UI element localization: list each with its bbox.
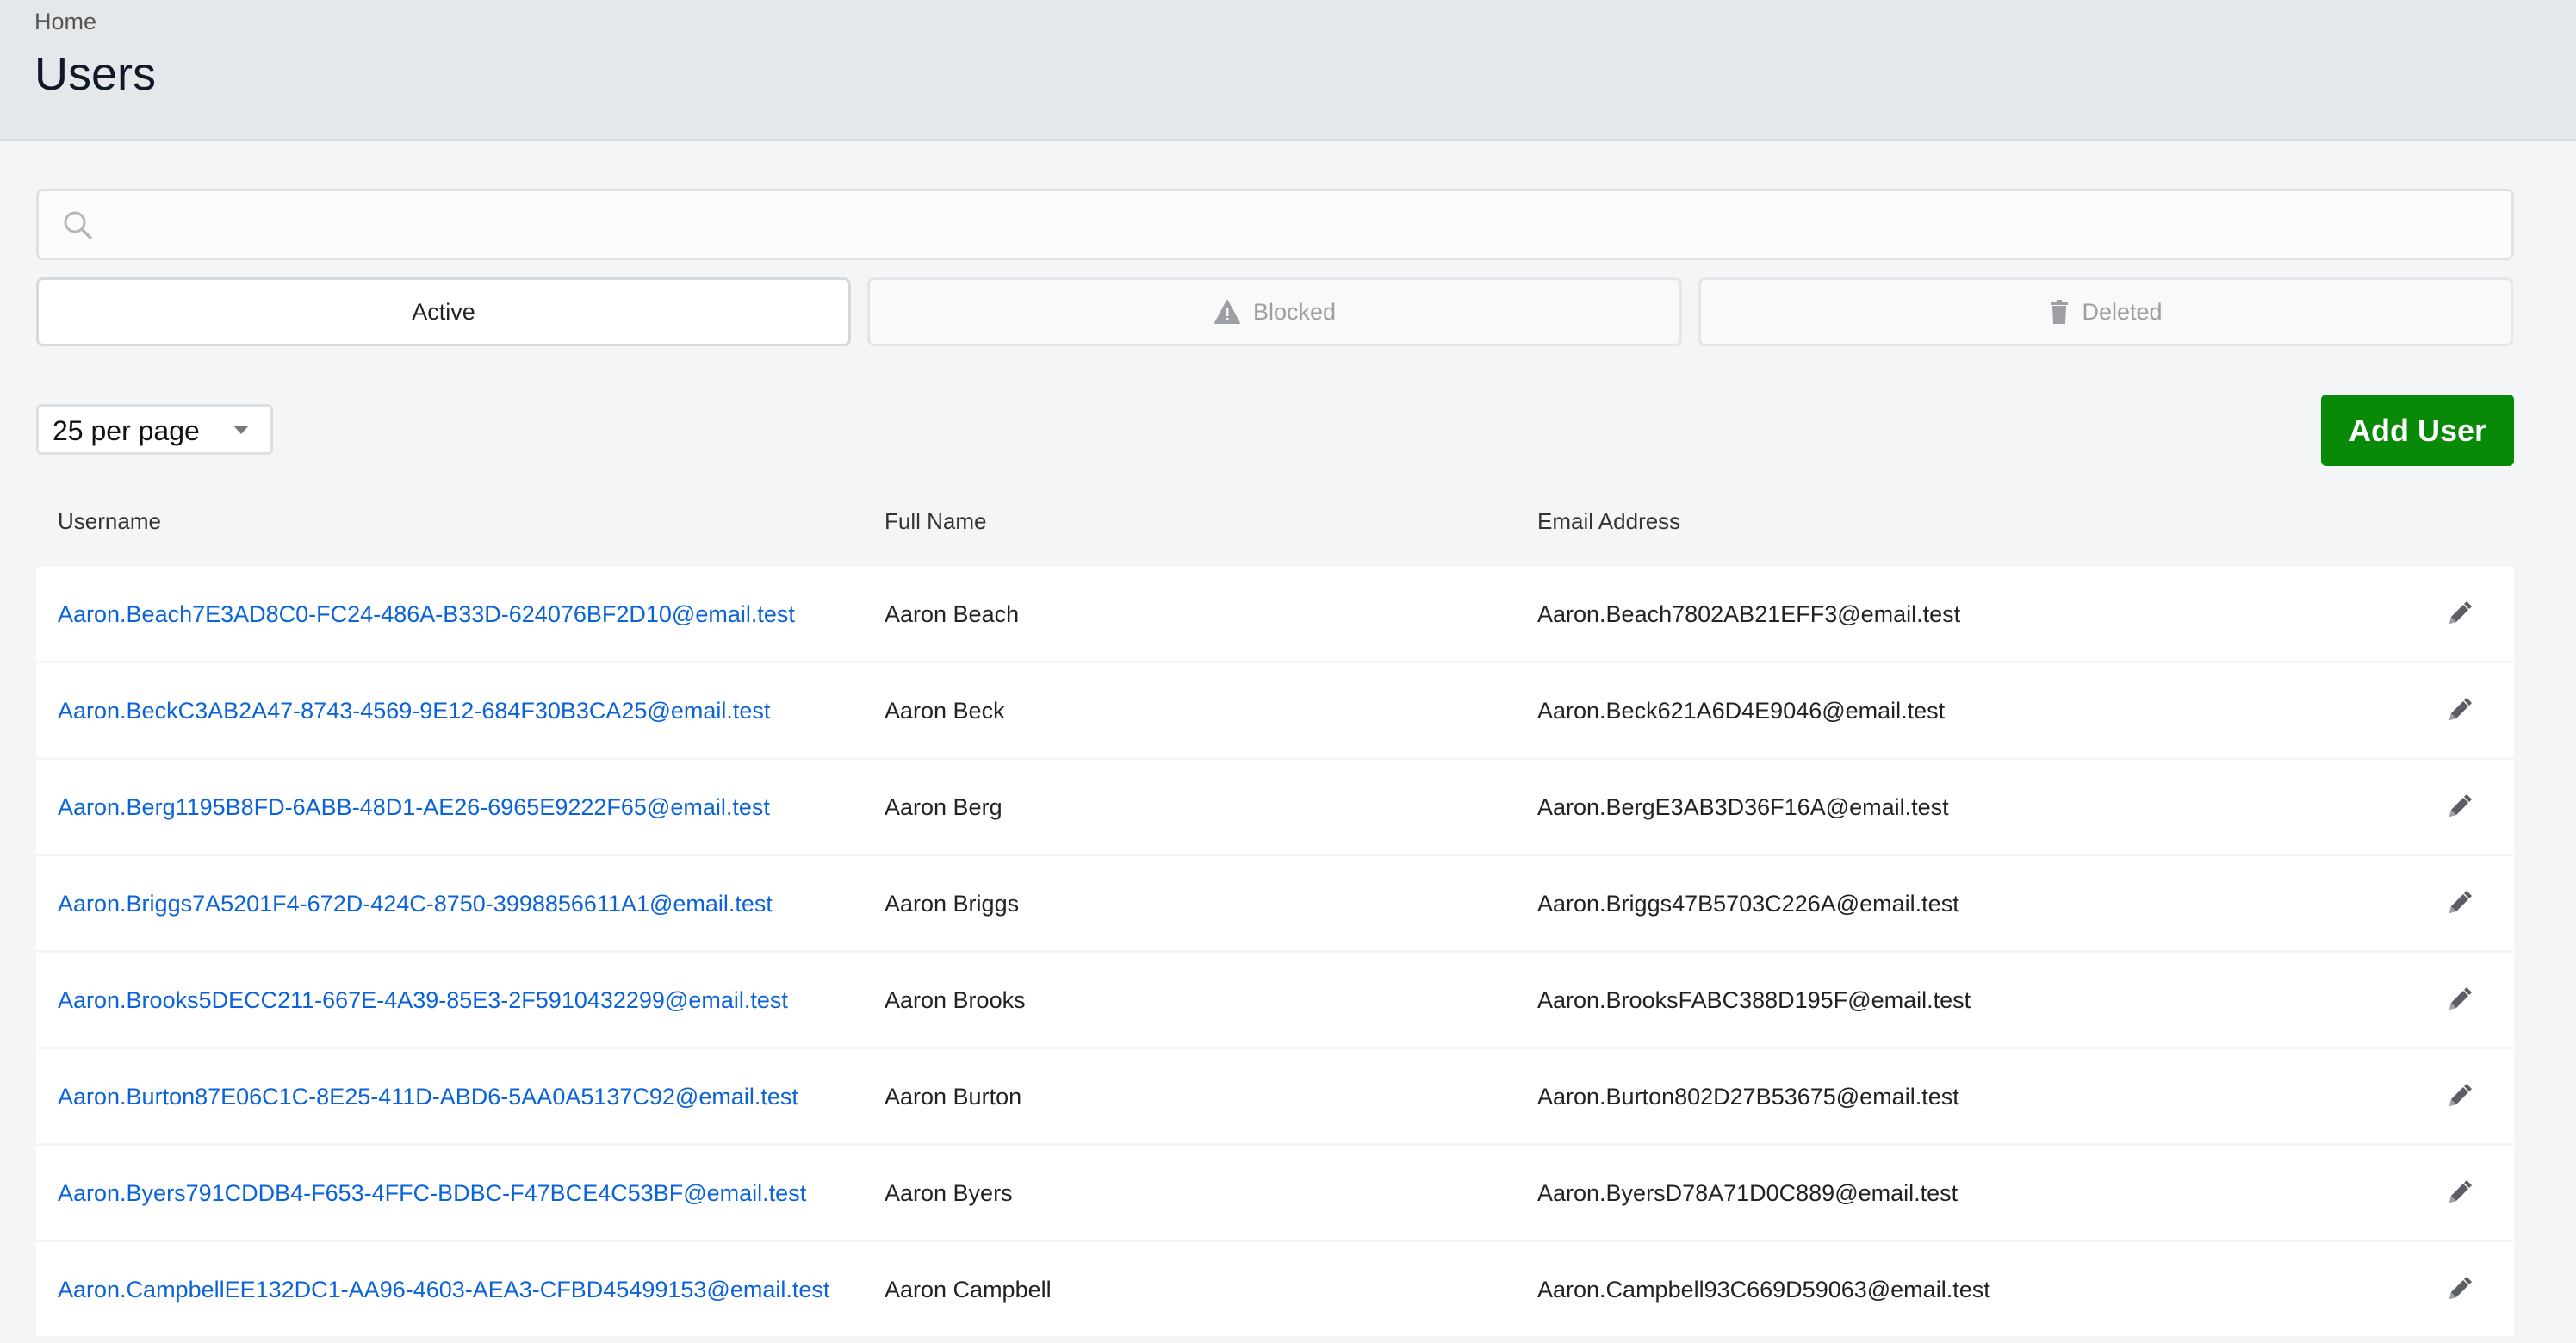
warning-icon: [1214, 300, 1240, 324]
full-name: Aaron Briggs: [885, 891, 1020, 917]
table-row: Aaron.Burton87E06C1C-8E25-411D-ABD6-5AA0…: [36, 1049, 2514, 1143]
table-row: Aaron.Brooks5DECC211-667E-4A39-85E3-2F59…: [36, 953, 2514, 1047]
pencil-icon[interactable]: [2444, 600, 2474, 629]
page-title: Users: [34, 48, 157, 100]
table-row: Aaron.BeckC3AB2A47-8743-4569-9E12-684F30…: [36, 663, 2514, 757]
email-address: Aaron.Briggs47B5703C226A@email.test: [1537, 891, 1959, 917]
tab-blocked[interactable]: Blocked: [867, 277, 1682, 346]
full-name: Aaron Berg: [885, 794, 1002, 820]
breadcrumb-home[interactable]: Home: [34, 9, 96, 35]
table-row: Aaron.Berg1195B8FD-6ABB-48D1-AE26-6965E9…: [36, 760, 2514, 854]
tab-active[interactable]: Active: [36, 277, 851, 346]
chevron-down-icon: [233, 426, 249, 434]
search-box[interactable]: [36, 189, 2514, 260]
tab-deleted[interactable]: Deleted: [1698, 277, 2513, 346]
add-user-button[interactable]: Add User: [2321, 395, 2514, 466]
pencil-icon[interactable]: [2444, 793, 2474, 822]
full-name: Aaron Beach: [885, 601, 1020, 627]
trash-icon: [2051, 300, 2069, 324]
username-link[interactable]: Aaron.Berg1195B8FD-6ABB-48D1-AE26-6965E9…: [58, 794, 770, 821]
tab-label: Deleted: [2082, 298, 2163, 325]
username-link[interactable]: Aaron.Beach7E3AD8C0-FC24-486A-B33D-62407…: [58, 601, 795, 628]
per-page-select[interactable]: 25 per page: [36, 404, 273, 455]
full-name: Aaron Campbell: [885, 1277, 1052, 1303]
email-address: Aaron.Campbell93C669D59063@email.test: [1537, 1277, 1990, 1303]
per-page-value: 25 per page: [53, 415, 200, 446]
table-row: Aaron.CampbellEE132DC1-AA96-4603-AEA3-CF…: [36, 1242, 2514, 1336]
column-header-username[interactable]: Username: [58, 508, 161, 535]
tab-label: Active: [412, 298, 475, 325]
email-address: Aaron.BrooksFABC388D195F@email.test: [1537, 987, 1971, 1013]
column-header-full-name[interactable]: Full Name: [885, 508, 986, 535]
pencil-icon[interactable]: [2444, 985, 2474, 1015]
username-link[interactable]: Aaron.Briggs7A5201F4-672D-424C-8750-3998…: [58, 891, 773, 917]
email-address: Aaron.BergE3AB3D36F16A@email.test: [1537, 794, 1949, 820]
full-name: Aaron Beck: [885, 698, 1005, 724]
tab-label: Blocked: [1252, 298, 1337, 325]
username-link[interactable]: Aaron.Byers791CDDB4-F653-4FFC-BDBC-F47BC…: [58, 1180, 806, 1207]
search-icon: [64, 211, 92, 239]
search-input[interactable]: [116, 200, 2485, 250]
pencil-icon[interactable]: [2444, 889, 2474, 918]
username-link[interactable]: Aaron.BeckC3AB2A47-8743-4569-9E12-684F30…: [58, 698, 770, 724]
username-link[interactable]: Aaron.Brooks5DECC211-667E-4A39-85E3-2F59…: [58, 987, 788, 1014]
pencil-icon[interactable]: [2444, 1275, 2474, 1304]
table-row: Aaron.Briggs7A5201F4-672D-424C-8750-3998…: [36, 856, 2514, 950]
email-address: Aaron.ByersD78A71D0C889@email.test: [1537, 1180, 1958, 1206]
email-address: Aaron.Beach7802AB21EFF3@email.test: [1537, 601, 1961, 627]
username-link[interactable]: Aaron.Burton87E06C1C-8E25-411D-ABD6-5AA0…: [58, 1084, 798, 1110]
table-row: Aaron.Byers791CDDB4-F653-4FFC-BDBC-F47BC…: [36, 1146, 2514, 1240]
page-header: Home Users: [0, 0, 2576, 141]
email-address: Aaron.Beck621A6D4E9046@email.test: [1537, 698, 1946, 724]
username-link[interactable]: Aaron.CampbellEE132DC1-AA96-4603-AEA3-CF…: [58, 1277, 829, 1303]
full-name: Aaron Brooks: [885, 987, 1026, 1013]
pencil-icon[interactable]: [2444, 1178, 2474, 1208]
email-address: Aaron.Burton802D27B53675@email.test: [1537, 1084, 1959, 1110]
column-header-email[interactable]: Email Address: [1537, 508, 1680, 535]
full-name: Aaron Burton: [885, 1084, 1022, 1110]
pencil-icon[interactable]: [2444, 1082, 2474, 1111]
table-row: Aaron.Beach7E3AD8C0-FC24-486A-B33D-62407…: [36, 567, 2514, 661]
full-name: Aaron Byers: [885, 1180, 1013, 1206]
pencil-icon[interactable]: [2444, 696, 2474, 725]
